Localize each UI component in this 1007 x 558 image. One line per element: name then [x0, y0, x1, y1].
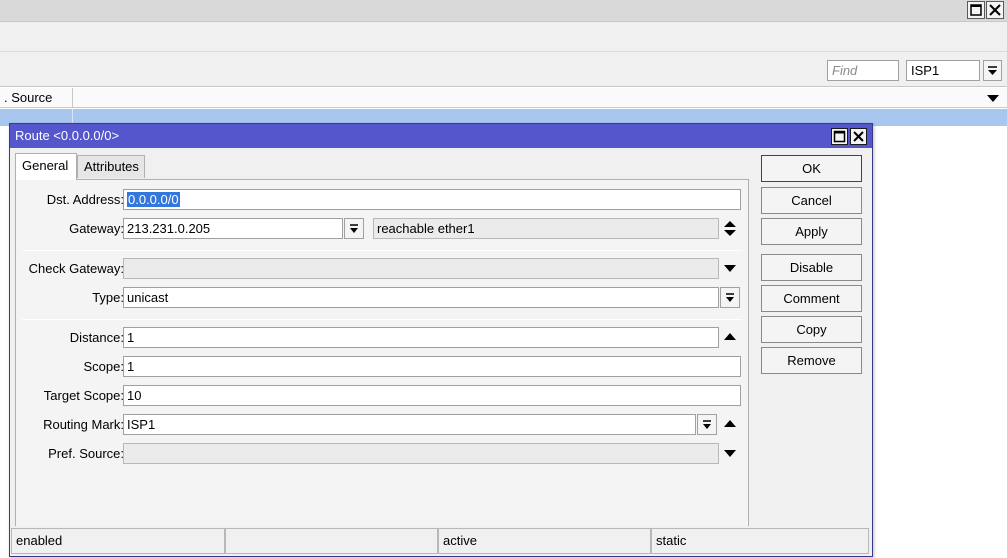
dropdown-arrow-icon [350, 224, 358, 233]
main-toolbar [0, 22, 1007, 52]
remove-button[interactable]: Remove [761, 347, 862, 374]
target-scope-value: 10 [127, 388, 142, 403]
table-header: . Source [0, 88, 1007, 108]
dialog-maximize-icon[interactable] [831, 128, 848, 145]
routing-mark-field[interactable]: ISP1 [123, 414, 696, 435]
dropdown-arrow-icon [726, 293, 734, 302]
scope-value: 1 [127, 359, 135, 374]
target-scope-label: Target Scope: [43, 388, 124, 403]
distance-value: 1 [127, 330, 135, 345]
close-icon[interactable] [986, 1, 1004, 19]
main-window-titlebar [0, 0, 1007, 22]
column-header-source[interactable]: . Source [0, 88, 73, 108]
dropdown-arrow-icon [703, 420, 711, 429]
ok-button[interactable]: OK [761, 155, 862, 182]
gateway-field[interactable]: 213.231.0.205 [123, 218, 343, 239]
dialog-titlebar[interactable]: Route <0.0.0.0/0> [10, 124, 872, 148]
scope-field[interactable]: 1 [123, 356, 741, 377]
filter-dropdown-button[interactable] [983, 60, 1002, 81]
gateway-status-field: reachable ether1 [373, 218, 719, 239]
distance-label: Distance: [69, 330, 124, 345]
disable-button[interactable]: Disable [761, 254, 862, 281]
status-enabled: enabled [11, 528, 225, 554]
target-scope-field[interactable]: 10 [123, 385, 741, 406]
routing-mark-label: Routing Mark: [43, 417, 124, 432]
route-dialog: Route <0.0.0.0/0> General Attributes Dst… [9, 123, 873, 557]
scope-label: Scope: [83, 359, 124, 374]
apply-button[interactable]: Apply [761, 218, 862, 245]
routing-mark-dropdown-button[interactable] [697, 414, 717, 435]
pref-source-field[interactable] [123, 443, 719, 464]
expand-down-icon[interactable] [722, 262, 738, 278]
tab-general[interactable]: General [15, 153, 77, 180]
status-empty [225, 528, 438, 554]
check-gateway-field[interactable] [123, 258, 719, 279]
pref-source-label: Pref. Source: [48, 446, 124, 461]
type-value: unicast [127, 290, 169, 305]
tab-attributes[interactable]: Attributes [77, 155, 145, 178]
dst-address-value: 0.0.0.0/0 [127, 192, 180, 207]
copy-button[interactable]: Copy [761, 316, 862, 343]
gateway-dropdown-button[interactable] [344, 218, 364, 239]
dialog-close-icon[interactable] [850, 128, 867, 145]
comment-button[interactable]: Comment [761, 285, 862, 312]
gateway-label: Gateway: [69, 221, 124, 236]
filter-select-value: ISP1 [911, 63, 940, 78]
check-gateway-label: Check Gateway: [28, 261, 124, 276]
divider [22, 250, 742, 251]
maximize-icon[interactable] [967, 1, 985, 19]
gateway-status: reachable ether1 [377, 221, 475, 236]
status-bar: enabled active static [11, 526, 871, 555]
type-field[interactable]: unicast [123, 287, 719, 308]
distance-field[interactable]: 1 [123, 327, 719, 348]
collapse-up-icon[interactable] [722, 417, 738, 433]
up-down-arrows-icon[interactable] [722, 220, 738, 236]
collapse-up-icon[interactable] [722, 330, 738, 346]
dst-address-label: Dst. Address: [46, 192, 124, 207]
type-dropdown-button[interactable] [720, 287, 740, 308]
dropdown-arrow-icon [988, 66, 997, 75]
status-active: active [438, 528, 651, 554]
type-label: Type: [92, 290, 124, 305]
general-panel: Dst. Address: 0.0.0.0/0 Gateway: 213.231… [15, 179, 749, 527]
status-static: static [651, 528, 869, 554]
expand-down-icon[interactable] [722, 447, 738, 463]
dst-address-field[interactable]: 0.0.0.0/0 [123, 189, 741, 210]
gateway-value: 213.231.0.205 [127, 221, 211, 236]
find-input[interactable] [827, 60, 899, 81]
filter-select[interactable]: ISP1 [906, 60, 980, 81]
column-menu-icon[interactable] [986, 92, 1000, 107]
cancel-button[interactable]: Cancel [761, 187, 862, 214]
routing-mark-value: ISP1 [127, 417, 156, 432]
divider [22, 319, 742, 320]
dialog-title: Route <0.0.0.0/0> [15, 128, 120, 143]
